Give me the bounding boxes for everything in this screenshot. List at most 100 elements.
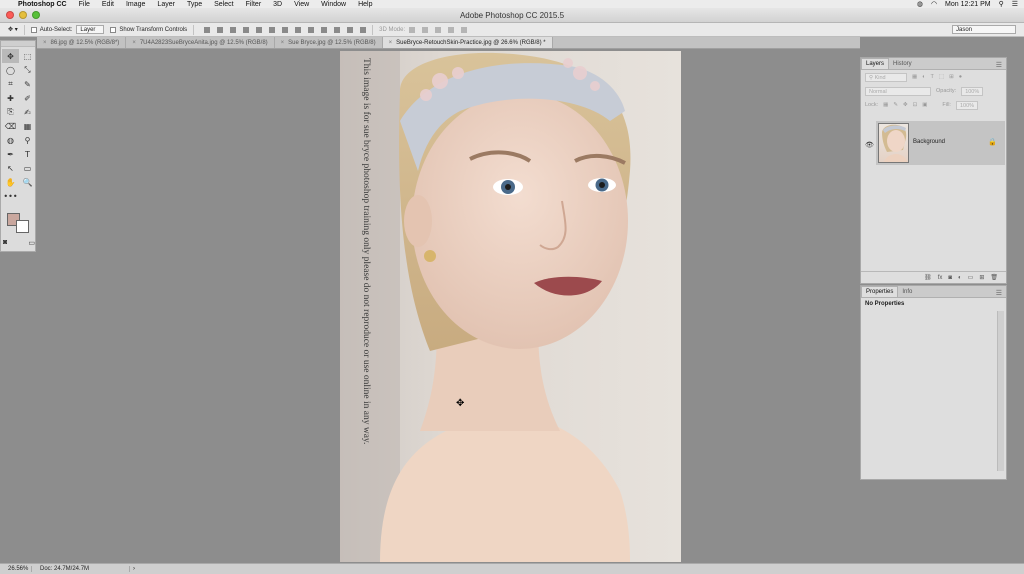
- move-tool-preset-icon[interactable]: ✥ ▾: [8, 26, 18, 33]
- tab-history[interactable]: History: [889, 59, 916, 69]
- filter-toggle-icon[interactable]: ●: [959, 74, 962, 80]
- distribute-vcenter-icon[interactable]: [295, 26, 302, 33]
- lock-icon[interactable]: 🔒: [988, 138, 997, 146]
- type-tool-icon[interactable]: T: [19, 147, 36, 161]
- layer-row-background[interactable]: Background 🔒: [876, 121, 1005, 165]
- eyedropper-tool-icon[interactable]: ✎: [19, 77, 36, 91]
- adjustment-layer-icon[interactable]: ◐: [958, 275, 962, 281]
- eraser-tool-icon[interactable]: ⌫: [2, 119, 19, 133]
- doc-tab-active[interactable]: × SueBryce-RetouchSkin-Practice.jpg @ 26…: [382, 37, 553, 48]
- tab-info[interactable]: Info: [898, 287, 916, 297]
- lock-all-icon[interactable]: ▣: [922, 102, 927, 108]
- panel-menu-icon[interactable]: ☰: [996, 289, 1002, 297]
- auto-select-target-dropdown[interactable]: Layer: [76, 25, 105, 34]
- panel-menu-icon[interactable]: ☰: [996, 61, 1002, 69]
- background-color-swatch[interactable]: [16, 220, 29, 233]
- quick-mask-icon[interactable]: ◙: [3, 239, 7, 247]
- lasso-tool-icon[interactable]: ◯: [2, 63, 19, 77]
- 3d-rotate-icon[interactable]: [409, 26, 416, 33]
- menu-file[interactable]: File: [79, 1, 90, 8]
- lock-pixels-icon[interactable]: ▦: [883, 102, 888, 108]
- eye-icon[interactable]: 👁: [865, 141, 874, 149]
- zoom-level-field[interactable]: 26.56%: [0, 566, 32, 572]
- clone-stamp-tool-icon[interactable]: ⎘: [2, 105, 19, 119]
- align-vcenter-icon[interactable]: [217, 26, 224, 33]
- align-left-icon[interactable]: [243, 26, 250, 33]
- 3d-roll-icon[interactable]: [422, 26, 429, 33]
- quick-select-tool-icon[interactable]: ⤡: [19, 63, 36, 77]
- new-layer-icon[interactable]: ⊞: [979, 274, 984, 281]
- pen-tool-icon[interactable]: ✒: [2, 147, 19, 161]
- lock-position-icon[interactable]: ✥: [903, 102, 908, 108]
- screen-mode-icon[interactable]: ▭: [28, 239, 35, 247]
- menu-edit[interactable]: Edit: [102, 1, 114, 8]
- gradient-tool-icon[interactable]: ▦: [19, 119, 36, 133]
- fill-field[interactable]: 100%: [955, 100, 979, 110]
- history-brush-tool-icon[interactable]: ✍: [19, 105, 36, 119]
- document-image[interactable]: [340, 51, 681, 562]
- add-mask-icon[interactable]: ◙: [948, 275, 952, 281]
- align-bottom-icon[interactable]: [230, 26, 237, 33]
- crop-tool-icon[interactable]: ⌗: [2, 77, 19, 91]
- search-icon[interactable]: ⚲: [999, 0, 1004, 8]
- filter-kind-dropdown[interactable]: ⚲ Kind: [865, 72, 907, 82]
- menu-list-icon[interactable]: ☰: [1012, 0, 1018, 8]
- layer-style-icon[interactable]: fx: [938, 275, 943, 281]
- distribute-right-icon[interactable]: [347, 26, 354, 33]
- move-tool-icon[interactable]: ✥: [2, 49, 19, 63]
- filter-smart-icon[interactable]: ⊞: [949, 74, 954, 80]
- wifi-icon[interactable]: ◠: [931, 0, 937, 8]
- tab-layers[interactable]: Layers: [861, 58, 890, 69]
- menu-select[interactable]: Select: [214, 1, 233, 8]
- workspace-switcher[interactable]: Jason: [952, 25, 1016, 34]
- properties-scrollbar[interactable]: [997, 311, 1004, 471]
- menu-image[interactable]: Image: [126, 1, 145, 8]
- marquee-tool-icon[interactable]: ⬚: [19, 49, 36, 63]
- more-tools-icon[interactable]: •••: [2, 189, 19, 203]
- distribute-hcenter-icon[interactable]: [334, 26, 341, 33]
- dodge-tool-icon[interactable]: ⚲: [19, 133, 36, 147]
- menu-help[interactable]: Help: [358, 1, 372, 8]
- auto-align-icon[interactable]: [360, 26, 367, 33]
- doc-tab-3[interactable]: × Sue Bryce.jpg @ 12.5% (RGB/8): [275, 37, 383, 48]
- healing-brush-tool-icon[interactable]: ✚: [2, 91, 19, 105]
- align-top-icon[interactable]: [204, 26, 211, 33]
- close-icon[interactable]: ×: [389, 40, 393, 46]
- close-icon[interactable]: ×: [132, 40, 136, 46]
- close-icon[interactable]: ×: [43, 40, 47, 46]
- show-transform-checkbox[interactable]: [110, 26, 117, 33]
- menu-type[interactable]: Type: [187, 1, 202, 8]
- path-select-tool-icon[interactable]: ↖: [2, 161, 19, 175]
- app-menu[interactable]: Photoshop CC: [18, 1, 67, 8]
- doc-tab-1[interactable]: × 86.jpg @ 12.5% (RGB/8*): [37, 37, 127, 48]
- blend-mode-dropdown[interactable]: Normal: [865, 86, 931, 96]
- menu-view[interactable]: View: [294, 1, 309, 8]
- filter-shape-icon[interactable]: ⬚: [939, 74, 944, 80]
- status-menu-arrow-icon[interactable]: ›: [130, 566, 135, 572]
- delete-layer-icon[interactable]: 🗑: [990, 274, 998, 281]
- align-hcenter-icon[interactable]: [256, 26, 263, 33]
- blur-tool-icon[interactable]: ◍: [2, 133, 19, 147]
- status-icon[interactable]: ◍: [917, 0, 923, 8]
- filter-pixel-icon[interactable]: ▦: [912, 74, 917, 80]
- brush-tool-icon[interactable]: ✐: [19, 91, 36, 105]
- menu-layer[interactable]: Layer: [157, 1, 175, 8]
- close-icon[interactable]: ×: [281, 40, 285, 46]
- distribute-bottom-icon[interactable]: [308, 26, 315, 33]
- menu-3d[interactable]: 3D: [273, 1, 282, 8]
- layer-name[interactable]: Background: [913, 139, 945, 145]
- clock[interactable]: Mon 12:21 PM: [945, 1, 991, 8]
- doc-tab-2[interactable]: × 7U4A2823SueBryceAnita.jpg @ 12.5% (RGB…: [126, 37, 275, 48]
- hand-tool-icon[interactable]: ✋: [2, 175, 19, 189]
- lock-paint-icon[interactable]: ✎: [893, 102, 898, 108]
- canvas-area[interactable]: This image is for sue bryce photoshop tr…: [37, 50, 860, 562]
- zoom-tool-icon[interactable]: 🔍: [19, 175, 36, 189]
- 3d-pan-icon[interactable]: [435, 26, 442, 33]
- new-group-icon[interactable]: ▭: [968, 274, 974, 281]
- 3d-slide-icon[interactable]: [448, 26, 455, 33]
- auto-select-checkbox[interactable]: [30, 26, 37, 33]
- align-right-icon[interactable]: [269, 26, 276, 33]
- distribute-top-icon[interactable]: [282, 26, 289, 33]
- distribute-left-icon[interactable]: [321, 26, 328, 33]
- tab-properties[interactable]: Properties: [861, 286, 899, 297]
